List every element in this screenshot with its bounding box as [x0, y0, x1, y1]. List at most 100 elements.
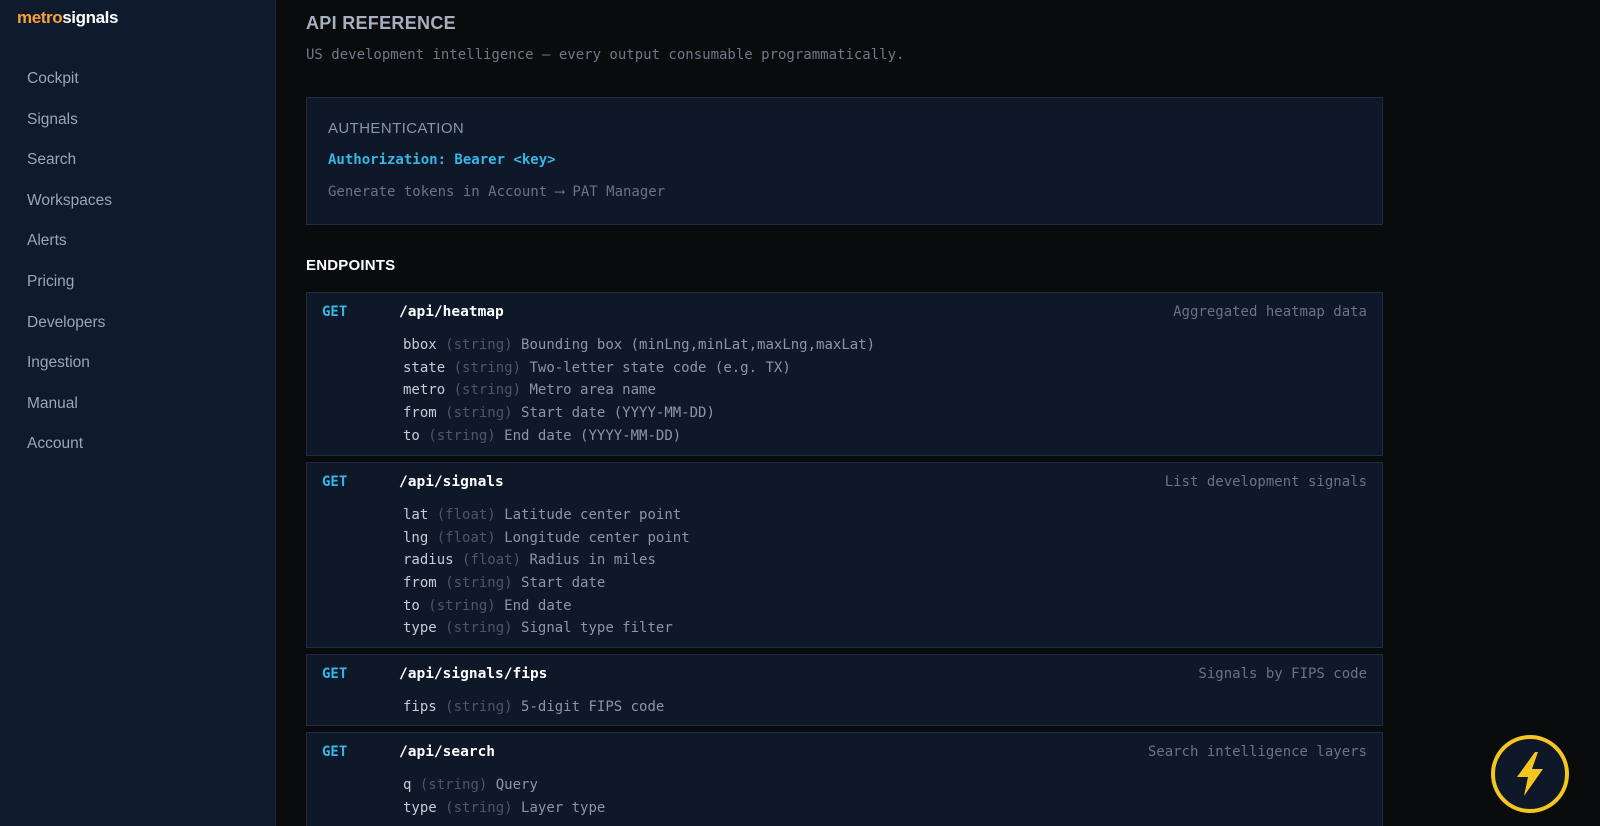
param-type: (string): [428, 427, 496, 444]
brand-logo-part1: metro: [17, 8, 63, 27]
sidebar-item-developers[interactable]: Developers: [0, 303, 276, 344]
param-description: Latitude center point: [504, 507, 682, 523]
sidebar-item-account[interactable]: Account: [0, 424, 276, 465]
parameter-row: fips (string) 5-digit FIPS code: [403, 696, 664, 719]
parameter-row: from (string) Start date (YYYY-MM-DD): [403, 402, 875, 425]
param-description: Start date: [521, 575, 606, 592]
param-description: Radius in miles: [529, 552, 656, 569]
param-type: (string): [419, 777, 488, 793]
param-type: (float): [462, 552, 522, 569]
param-type: (string): [445, 405, 513, 422]
param-description: Start date (YYYY-MM-DD): [521, 405, 715, 422]
param-name: to: [403, 427, 420, 444]
parameter-row: to (string) End date: [403, 595, 690, 618]
http-method-badge: GET: [322, 304, 348, 320]
param-description: Two-letter state code (e.g. TX): [529, 359, 791, 376]
parameter-row: lng (float) Longitude center point: [403, 527, 690, 550]
param-name: radius: [403, 552, 454, 569]
http-method-badge: GET: [322, 744, 348, 760]
param-type: (string): [445, 575, 513, 592]
param-description: Longitude center point: [504, 529, 690, 546]
param-description: Metro area name: [529, 382, 656, 399]
param-name: to: [403, 597, 420, 614]
authentication-panel: AUTHENTICATION Authorization: Bearer <ke…: [306, 97, 1383, 225]
param-type: (float): [436, 529, 496, 546]
brand-logo[interactable]: metrosignals: [17, 8, 118, 28]
quick-action-button[interactable]: [1491, 735, 1569, 813]
http-method-badge: GET: [322, 666, 348, 682]
param-name: fips: [403, 699, 437, 715]
parameter-list: lat (float) Latitude center point lng (f…: [403, 504, 690, 640]
authentication-heading: AUTHENTICATION: [328, 120, 465, 137]
parameter-row: state (string) Two-letter state code (e.…: [403, 357, 875, 380]
param-name: from: [403, 575, 437, 592]
parameter-row: radius (float) Radius in miles: [403, 549, 690, 572]
page-subtitle: US development intelligence — every outp…: [306, 47, 905, 63]
endpoint-description: Signals by FIPS code: [1198, 666, 1367, 682]
parameter-list: fips (string) 5-digit FIPS code: [403, 696, 664, 719]
parameter-list: bbox (string) Bounding box (minLng,minLa…: [403, 334, 875, 447]
parameter-row: type (string) Layer type: [403, 797, 605, 820]
param-description: Signal type filter: [521, 620, 673, 637]
parameter-row: lat (float) Latitude center point: [403, 504, 690, 527]
sidebar-item-ingestion[interactable]: Ingestion: [0, 343, 276, 384]
param-description: Bounding box (minLng,minLat,maxLng,maxLa…: [521, 337, 876, 353]
parameter-row: to (string) End date (YYYY-MM-DD): [403, 425, 875, 448]
sidebar-item-search[interactable]: Search: [0, 140, 276, 181]
sidebar-item-manual[interactable]: Manual: [0, 384, 276, 425]
sidebar-item-workspaces[interactable]: Workspaces: [0, 181, 276, 222]
endpoint-path: /api/heatmap: [399, 304, 504, 320]
endpoint-path: /api/signals/fips: [399, 666, 548, 682]
endpoints-heading: ENDPOINTS: [306, 257, 396, 274]
endpoint-description: Aggregated heatmap data: [1173, 304, 1367, 320]
param-type: (float): [436, 507, 496, 523]
endpoint-card: GET /api/search Search intelligence laye…: [306, 732, 1383, 826]
http-method-badge: GET: [322, 474, 348, 490]
param-name: state: [403, 359, 446, 376]
page-title: API REFERENCE: [306, 13, 456, 33]
param-description: 5-digit FIPS code: [521, 699, 665, 715]
sidebar-nav: Cockpit Signals Search Workspaces Alerts…: [0, 59, 276, 465]
sidebar: metrosignals Cockpit Signals Search Work…: [0, 0, 276, 826]
param-name: from: [403, 405, 437, 422]
param-name: metro: [403, 382, 446, 399]
param-type: (string): [453, 382, 522, 399]
endpoint-card: GET /api/signals/fips Signals by FIPS co…: [306, 654, 1383, 726]
parameter-row: bbox (string) Bounding box (minLng,minLa…: [403, 334, 875, 357]
parameter-row: type (string) Signal type filter: [403, 617, 690, 640]
lightning-icon: [1517, 752, 1543, 796]
param-type: (string): [445, 337, 513, 353]
param-name: q: [403, 777, 412, 793]
sidebar-item-pricing[interactable]: Pricing: [0, 262, 276, 303]
param-name: bbox: [403, 337, 437, 353]
endpoint-description: Search intelligence layers: [1147, 744, 1367, 760]
parameter-row: from (string) Start date: [403, 572, 690, 595]
sidebar-item-alerts[interactable]: Alerts: [0, 221, 276, 262]
sidebar-item-signals[interactable]: Signals: [0, 100, 276, 141]
param-name: lat: [403, 507, 429, 523]
param-type: (string): [445, 699, 513, 715]
param-name: type: [403, 799, 437, 816]
param-description: Layer type: [521, 799, 606, 816]
param-type: (string): [445, 799, 513, 816]
endpoint-card: GET /api/heatmap Aggregated heatmap data…: [306, 292, 1383, 456]
brand-logo-part2: signals: [62, 8, 119, 27]
authorization-header-example: Authorization: Bearer <key>: [328, 152, 556, 168]
endpoint-path: /api/signals: [399, 474, 504, 490]
endpoint-path: /api/search: [399, 744, 496, 760]
param-name: type: [403, 620, 437, 637]
parameter-list: q (string) Query type (string) Layer typ…: [403, 774, 605, 819]
parameter-row: metro (string) Metro area name: [403, 379, 875, 402]
parameter-row: q (string) Query: [403, 774, 605, 797]
endpoint-description: List development signals: [1164, 474, 1367, 490]
param-description: Query: [495, 777, 538, 793]
param-name: lng: [403, 529, 429, 546]
param-type: (string): [428, 597, 496, 614]
sidebar-item-cockpit[interactable]: Cockpit: [0, 59, 276, 100]
param-type: (string): [453, 359, 522, 376]
token-generation-note: Generate tokens in Account ⟶ PAT Manager: [328, 184, 666, 200]
param-type: (string): [445, 620, 513, 637]
param-description: End date: [504, 597, 572, 614]
endpoint-card: GET /api/signals List development signal…: [306, 462, 1383, 648]
param-description: End date (YYYY-MM-DD): [504, 427, 682, 444]
